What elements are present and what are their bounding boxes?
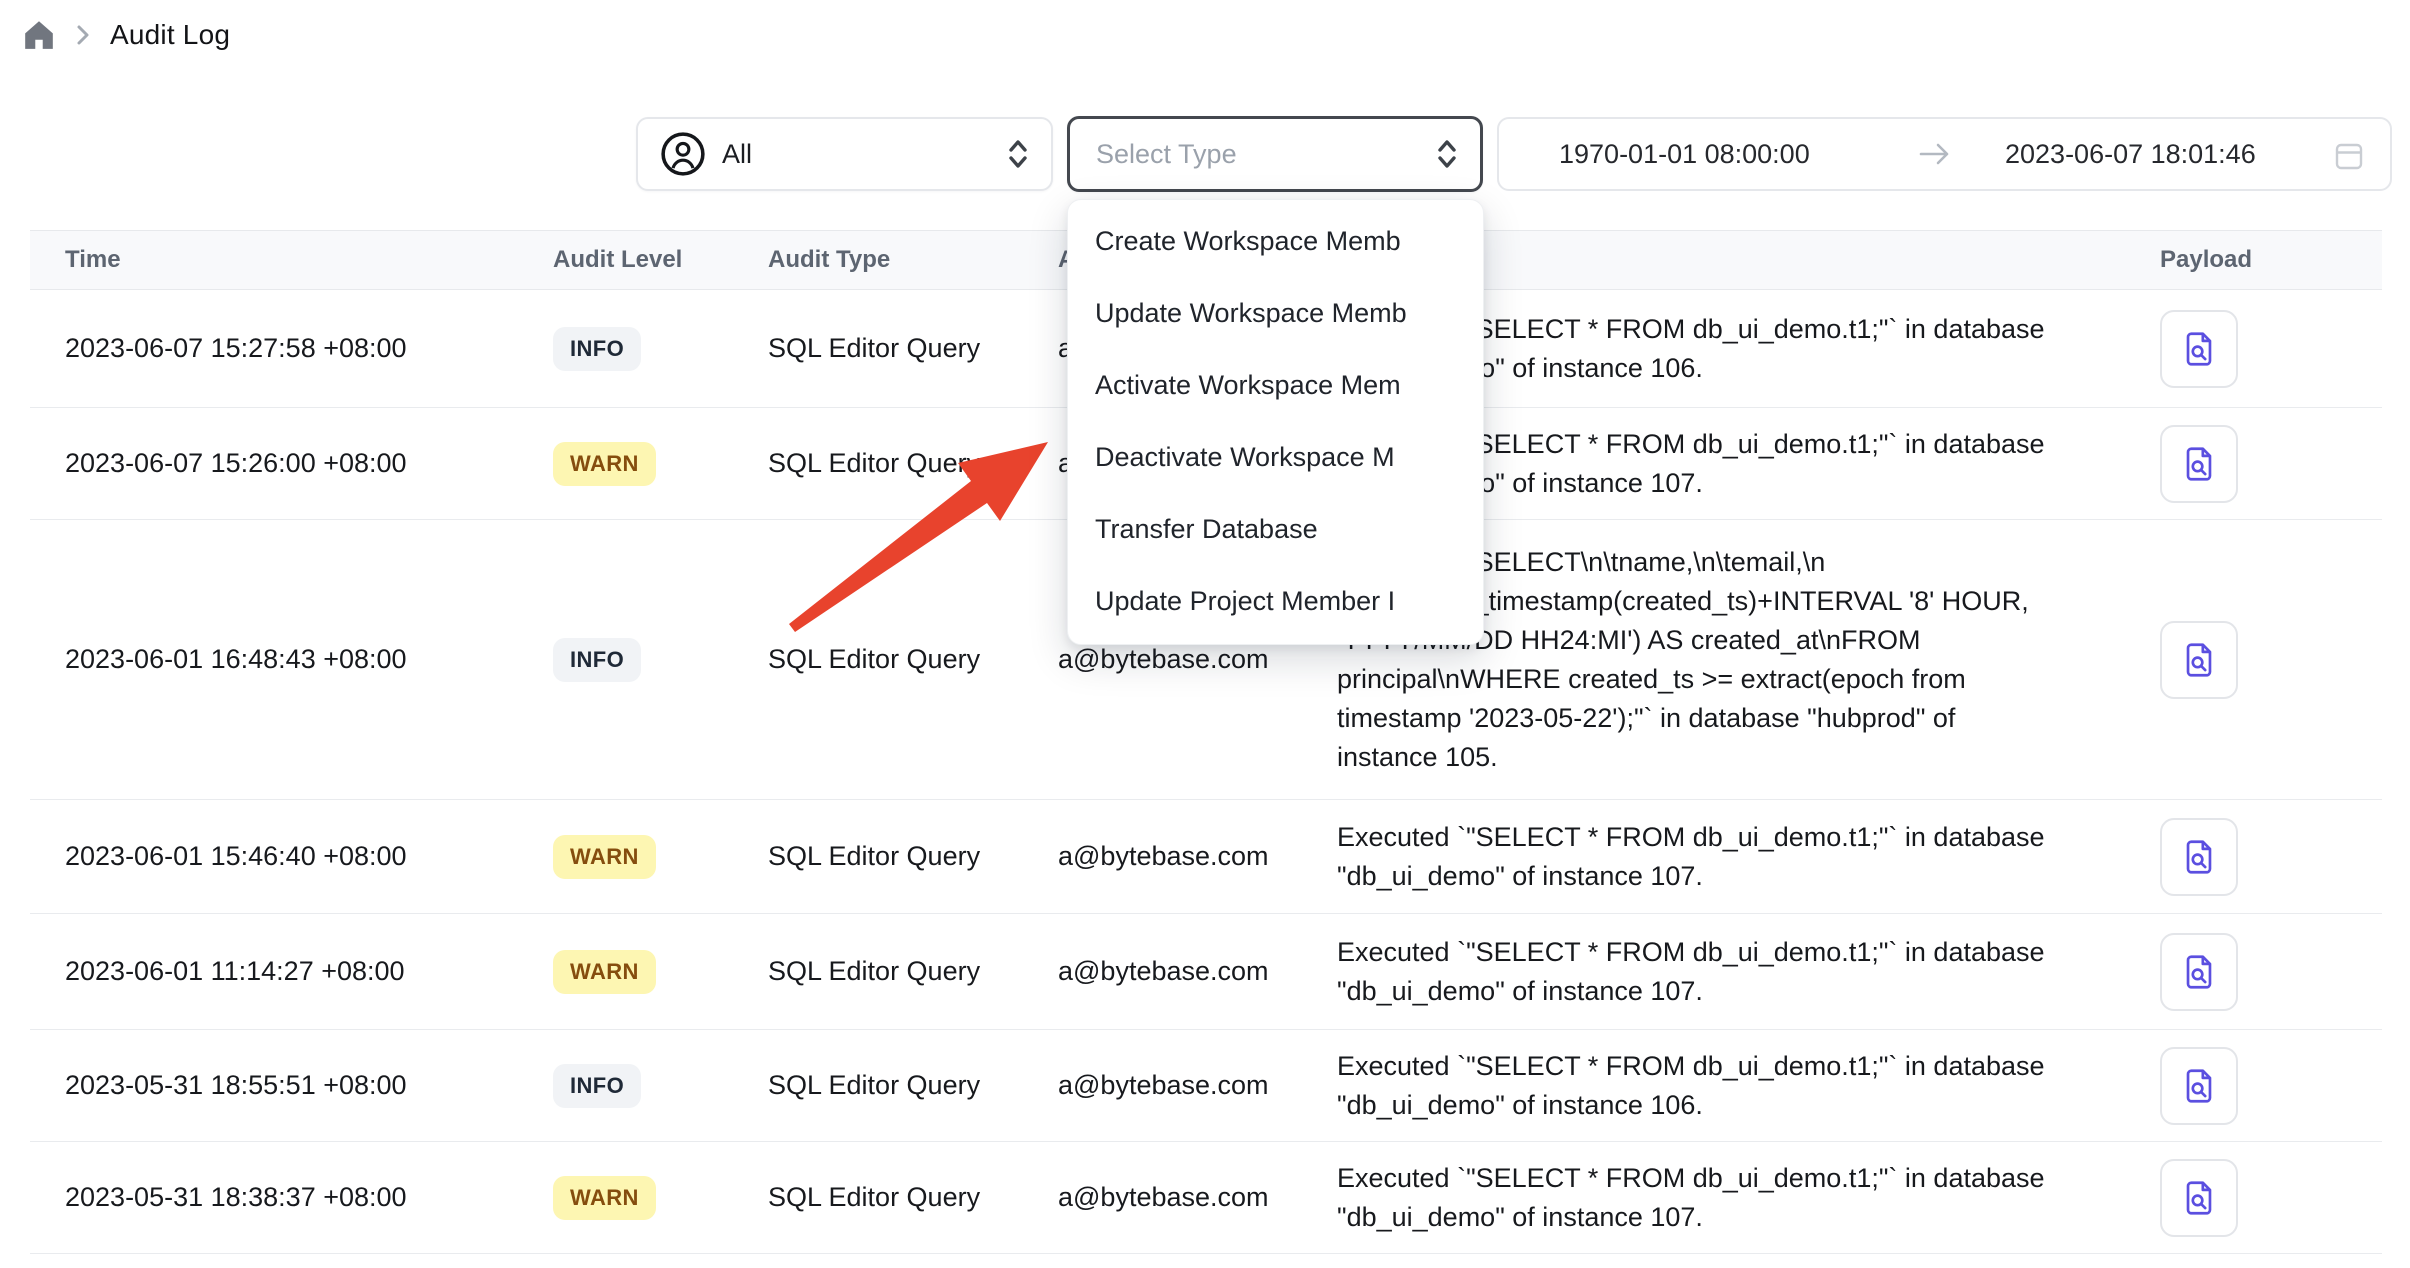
- cell-actor: a@bytebase.com: [1058, 644, 1337, 675]
- cell-time: 2023-06-01 15:46:40 +08:00: [30, 841, 553, 872]
- breadcrumb: Audit Log: [22, 18, 230, 52]
- menu-item-transfer-database[interactable]: Transfer Database: [1068, 493, 1483, 565]
- actor-filter-select[interactable]: All: [636, 117, 1053, 191]
- cell-audit-type: SQL Editor Query: [768, 333, 1058, 364]
- cell-audit-type: SQL Editor Query: [768, 448, 1058, 479]
- table-row: 2023-06-01 15:46:40 +08:00 WARN SQL Edit…: [30, 800, 2382, 914]
- cell-comment: Executed `"SELECT * FROM db_ui_demo.t1;"…: [1337, 1159, 2130, 1237]
- table-row: 2023-05-31 18:38:37 +08:00 WARN SQL Edit…: [30, 1142, 2382, 1254]
- page-title: Audit Log: [110, 19, 230, 51]
- menu-item-create-workspace-member[interactable]: Create Workspace Memb: [1068, 205, 1483, 277]
- menu-item-deactivate-workspace-member[interactable]: Deactivate Workspace M: [1068, 421, 1483, 493]
- date-range-end[interactable]: 2023-06-07 18:01:46: [2005, 119, 2256, 189]
- payload-view-button[interactable]: [2160, 1159, 2238, 1237]
- column-header-payload: Payload: [2130, 246, 2382, 274]
- cell-actor: a@bytebase.com: [1058, 956, 1337, 987]
- column-header-audit-level: Audit Level: [553, 246, 768, 274]
- menu-item-update-project-member[interactable]: Update Project Member I: [1068, 565, 1483, 637]
- type-filter-placeholder: Select Type: [1096, 139, 1237, 170]
- cell-actor: a@bytebase.com: [1058, 1182, 1337, 1213]
- user-circle-icon: [660, 131, 706, 177]
- cell-audit-type: SQL Editor Query: [768, 1182, 1058, 1213]
- audit-level-badge: WARN: [553, 442, 656, 486]
- cell-time: 2023-06-01 11:14:27 +08:00: [30, 956, 553, 987]
- cell-audit-type: SQL Editor Query: [768, 644, 1058, 675]
- date-range-start[interactable]: 1970-01-01 08:00:00: [1559, 119, 1810, 189]
- chevron-up-down-icon: [1434, 137, 1460, 171]
- audit-level-badge: WARN: [553, 1176, 656, 1220]
- type-filter-select[interactable]: Select Type: [1067, 116, 1483, 192]
- table-row: 2023-05-31 18:55:51 +08:00 INFO SQL Edit…: [30, 1030, 2382, 1142]
- cell-time: 2023-05-31 18:38:37 +08:00: [30, 1182, 553, 1213]
- cell-time: 2023-06-01 16:48:43 +08:00: [30, 644, 553, 675]
- audit-level-badge: INFO: [553, 1064, 641, 1108]
- cell-comment: Executed `"SELECT * FROM db_ui_demo.t1;"…: [1337, 933, 2130, 1011]
- cell-time: 2023-05-31 18:55:51 +08:00: [30, 1070, 553, 1101]
- cell-actor: a@bytebase.com: [1058, 841, 1337, 872]
- cell-comment: Executed `"SELECT * FROM db_ui_demo.t1;"…: [1337, 1047, 2130, 1125]
- payload-view-button[interactable]: [2160, 933, 2238, 1011]
- chevron-up-down-icon: [1005, 137, 1031, 171]
- cell-audit-type: SQL Editor Query: [768, 841, 1058, 872]
- audit-log-page: Audit Log All Select Type: [0, 0, 2410, 1268]
- breadcrumb-chevron-icon: [74, 23, 92, 47]
- cell-actor: a@bytebase.com: [1058, 1070, 1337, 1101]
- audit-level-badge: INFO: [553, 327, 641, 371]
- menu-item-activate-workspace-member[interactable]: Activate Workspace Mem: [1068, 349, 1483, 421]
- date-range-picker[interactable]: 1970-01-01 08:00:00 2023-06-07 18:01:46: [1497, 117, 2392, 191]
- cell-audit-type: SQL Editor Query: [768, 1070, 1058, 1101]
- payload-view-button[interactable]: [2160, 621, 2238, 699]
- cell-audit-type: SQL Editor Query: [768, 956, 1058, 987]
- column-header-time: Time: [30, 246, 553, 274]
- table-row: 2023-06-01 11:14:27 +08:00 WARN SQL Edit…: [30, 914, 2382, 1030]
- column-header-audit-type: Audit Type: [768, 246, 1058, 274]
- menu-item-update-workspace-member[interactable]: Update Workspace Memb: [1068, 277, 1483, 349]
- cell-time: 2023-06-07 15:26:00 +08:00: [30, 448, 553, 479]
- payload-view-button[interactable]: [2160, 1047, 2238, 1125]
- home-icon[interactable]: [22, 18, 56, 52]
- actor-filter-value: All: [722, 139, 752, 170]
- audit-level-badge: WARN: [553, 835, 656, 879]
- payload-view-button[interactable]: [2160, 310, 2238, 388]
- calendar-icon: [2334, 141, 2364, 171]
- payload-view-button[interactable]: [2160, 425, 2238, 503]
- payload-view-button[interactable]: [2160, 818, 2238, 896]
- audit-level-badge: INFO: [553, 638, 641, 682]
- cell-time: 2023-06-07 15:27:58 +08:00: [30, 333, 553, 364]
- audit-level-badge: WARN: [553, 950, 656, 994]
- cell-comment: Executed `"SELECT * FROM db_ui_demo.t1;"…: [1337, 818, 2130, 896]
- type-filter-dropdown-menu: Create Workspace Memb Update Workspace M…: [1067, 199, 1484, 645]
- arrow-right-icon: [1917, 139, 1953, 169]
